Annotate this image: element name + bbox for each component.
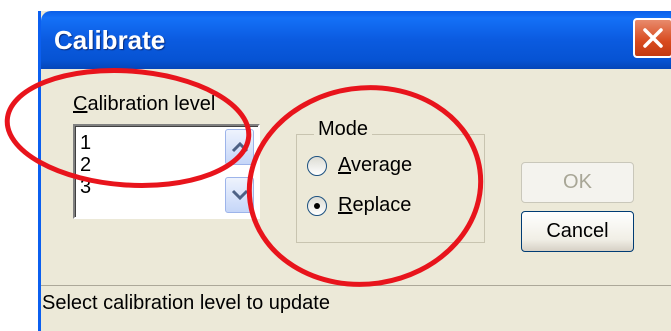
radio-average-text: verage <box>350 154 413 176</box>
radio-average[interactable] <box>307 156 327 176</box>
scroll-down-button[interactable] <box>225 177 254 213</box>
radio-replace-mnemonic: R <box>338 194 353 216</box>
window-title: Calibrate <box>54 25 166 55</box>
radio-replace[interactable] <box>307 196 327 216</box>
close-x-icon <box>643 28 663 48</box>
calibrate-dialog: Calibrate Calibration level 1 2 3 Mode A… <box>38 11 671 331</box>
mode-groupbox <box>296 134 485 243</box>
calibration-level-label: Calibration level <box>73 93 215 116</box>
radio-replace-label[interactable]: Replace <box>338 194 411 217</box>
chevron-up-icon <box>231 141 249 153</box>
calibration-level-list[interactable]: 1 2 3 <box>73 124 260 219</box>
radio-average-mnemonic: A <box>338 154 351 176</box>
scroll-up-button[interactable] <box>225 129 254 165</box>
status-bar: Select calibration level to update <box>41 285 671 320</box>
chevron-down-icon <box>231 189 249 201</box>
list-item[interactable]: 3 <box>80 176 91 198</box>
cancel-button[interactable]: Cancel <box>521 211 634 252</box>
radio-replace-text: eplace <box>352 194 412 216</box>
calibration-level-label-mnemonic: C <box>73 93 88 115</box>
radio-selected-dot <box>314 203 320 209</box>
title-bar[interactable]: Calibrate <box>41 11 671 69</box>
close-button[interactable] <box>633 18 671 58</box>
radio-average-label[interactable]: Average <box>338 154 412 177</box>
list-item[interactable]: 1 <box>80 132 91 154</box>
list-item[interactable]: 2 <box>80 154 91 176</box>
mode-group-title: Mode <box>314 118 373 141</box>
status-text: Select calibration level to update <box>42 292 330 314</box>
ok-button[interactable]: OK <box>521 162 634 203</box>
calibration-level-label-text: alibration level <box>87 93 216 115</box>
